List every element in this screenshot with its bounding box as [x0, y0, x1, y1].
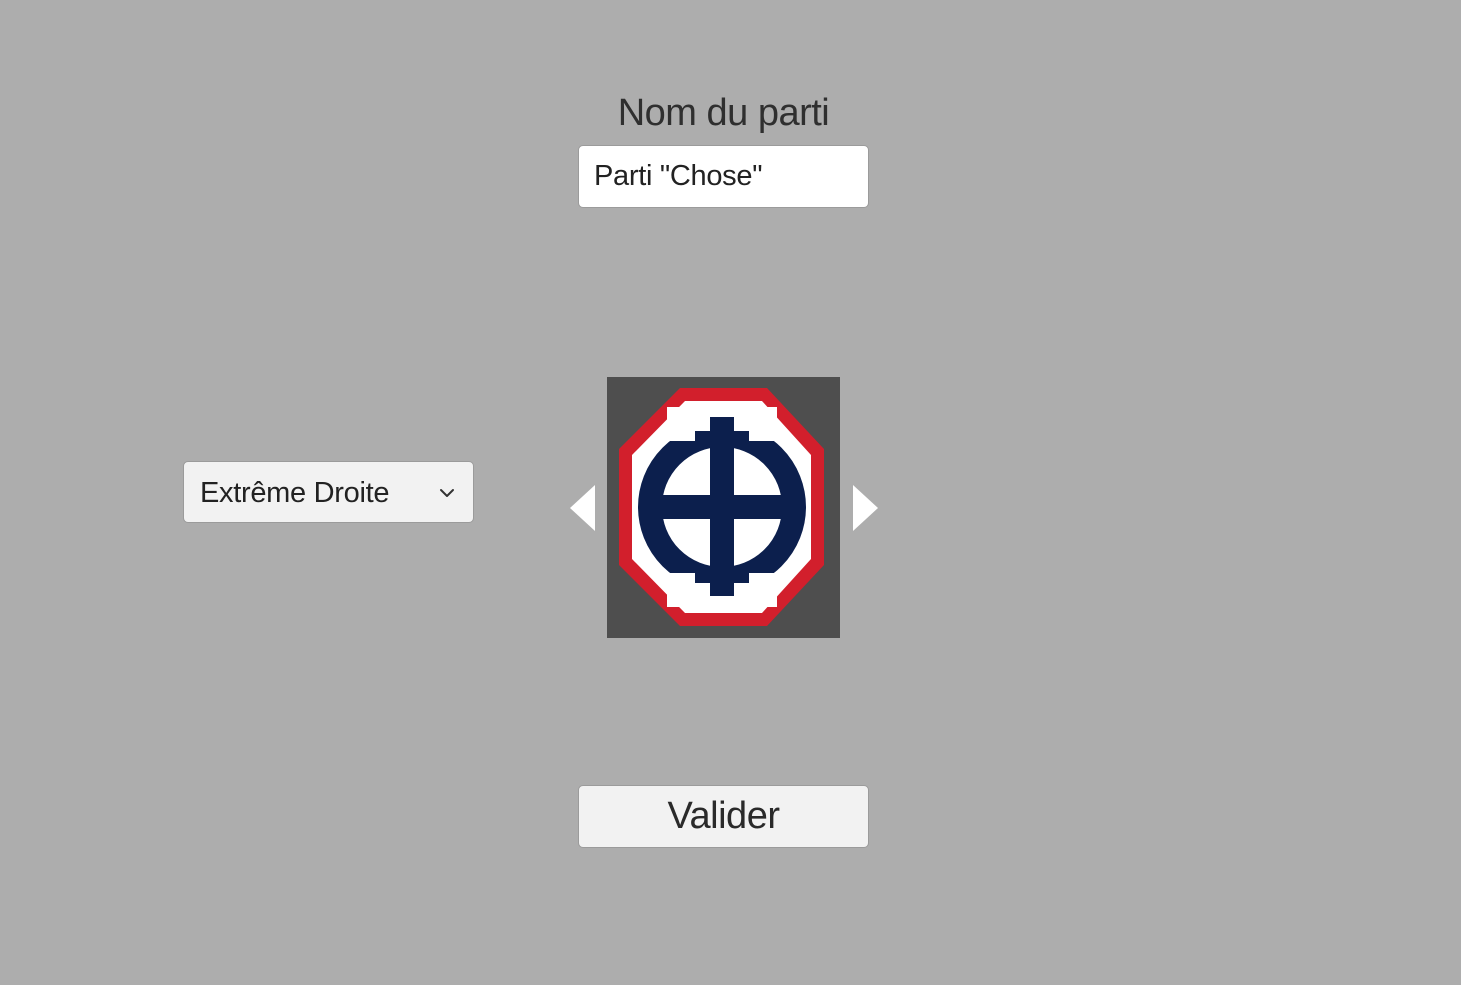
orientation-selected-value: Extrême Droite — [200, 477, 390, 509]
party-creation-screen: Nom du parti Extrême Droite — [0, 0, 1461, 985]
party-logo — [607, 377, 840, 638]
chevron-down-icon — [440, 489, 454, 497]
arrow-right-icon[interactable] — [851, 483, 881, 533]
arrow-left-icon[interactable] — [567, 483, 597, 533]
party-name-label: Nom du parti — [617, 92, 830, 134]
party-emblem-icon — [619, 388, 824, 626]
validate-button[interactable]: Valider — [578, 785, 869, 848]
party-name-input[interactable] — [578, 145, 869, 208]
orientation-dropdown[interactable]: Extrême Droite — [183, 461, 474, 523]
